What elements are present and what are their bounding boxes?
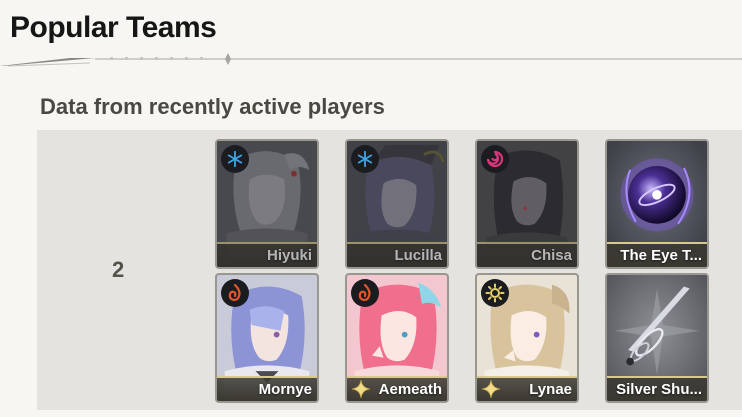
character-name: Hiyuki	[266, 247, 312, 264]
character-card-mornye[interactable]: Mornye	[215, 273, 319, 403]
character-card-aemeath[interactable]: Aemeath	[345, 273, 449, 403]
echo-name: The Eye T...	[620, 247, 702, 264]
rarity-star-icon	[351, 379, 371, 399]
weapon-name: Silver Shu...	[616, 381, 702, 398]
glacio-element-icon	[221, 145, 249, 173]
character-name: Mornye	[258, 381, 312, 398]
title-divider	[0, 53, 742, 67]
character-card-lucilla[interactable]: Lucilla	[345, 139, 449, 269]
character-name: Lucilla	[394, 247, 442, 264]
echo-card-the-eye[interactable]: The Eye T...	[605, 139, 709, 269]
section-subtitle: Data from recently active players	[40, 94, 385, 119]
weapon-card-silver-shu[interactable]: Silver Shu...	[605, 273, 709, 403]
character-name: Lynae	[529, 381, 572, 398]
fusion-element-icon	[351, 279, 379, 307]
page-title: Popular Teams	[10, 11, 217, 44]
fusion-element-icon	[221, 279, 249, 307]
glacio-element-icon	[351, 145, 379, 173]
spectro-element-icon	[481, 279, 509, 307]
havoc-element-icon	[481, 145, 509, 173]
character-card-lynae[interactable]: Lynae	[475, 273, 579, 403]
character-card-chisa[interactable]: Chisa	[475, 139, 579, 269]
character-card-hiyuki[interactable]: Hiyuki	[215, 139, 319, 269]
rarity-star-icon	[481, 379, 501, 399]
character-name: Chisa	[531, 247, 572, 264]
character-name: Aemeath	[378, 381, 442, 398]
team-rank: 2	[112, 257, 125, 282]
